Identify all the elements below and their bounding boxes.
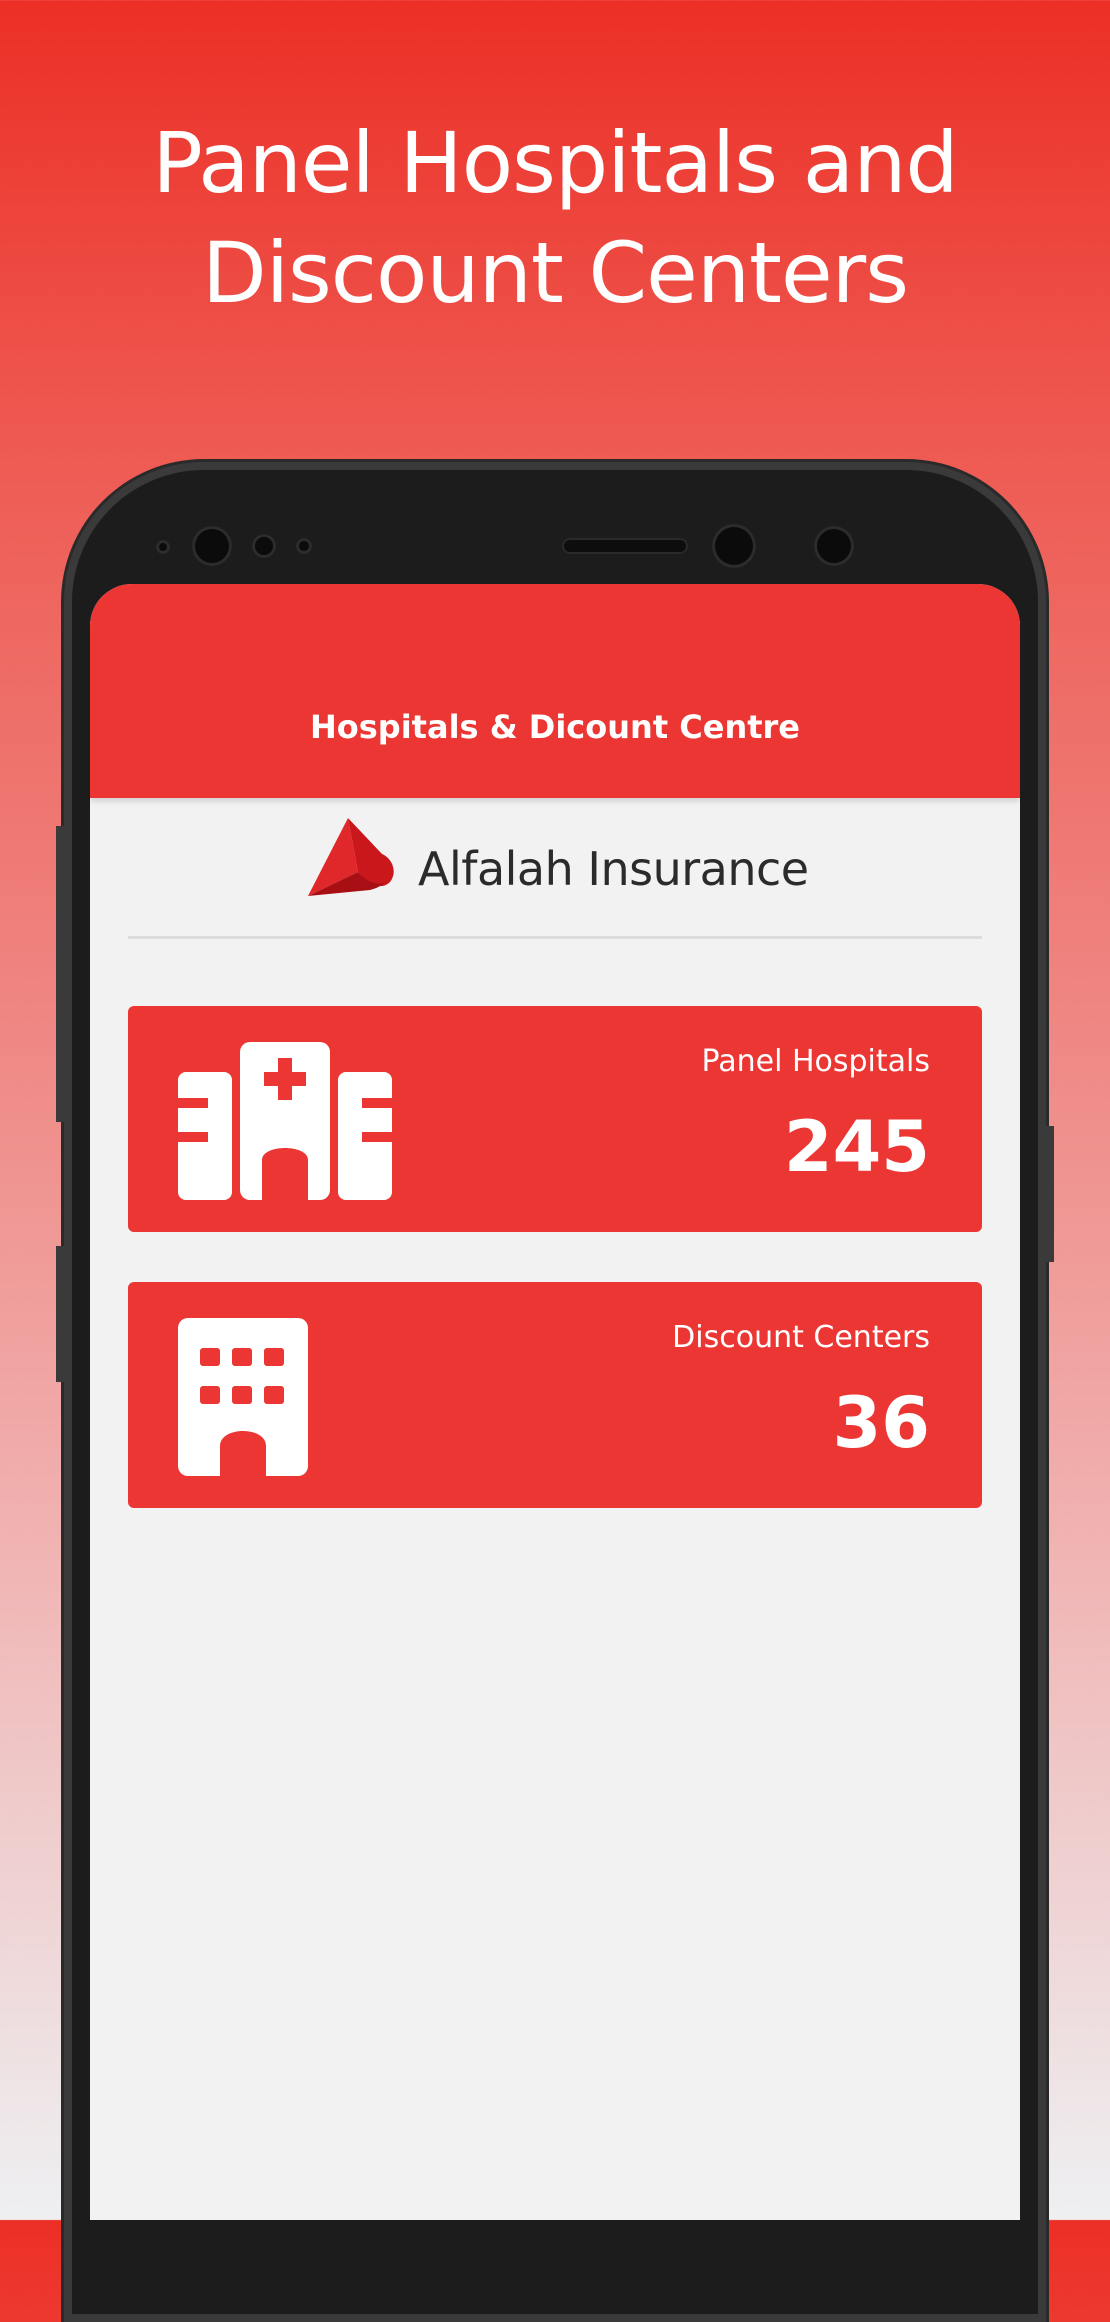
- card-label: Panel Hospitals: [701, 1044, 930, 1079]
- divider: [128, 936, 982, 939]
- panel-hospitals-card[interactable]: Panel Hospitals 245: [128, 1006, 982, 1232]
- card-value: 36: [832, 1382, 930, 1464]
- card-value: 245: [783, 1106, 930, 1188]
- bixby-button: [56, 1246, 64, 1382]
- app-bar: Hospitals & Dicount Centre: [90, 584, 1020, 798]
- app-bar-title: Hospitals & Dicount Centre: [309, 708, 800, 746]
- promo-title: Panel Hospitals and Discount Centers: [0, 108, 1110, 328]
- hospital-icon: [178, 1042, 392, 1200]
- brand-header: Alfalah Insurance: [90, 798, 1020, 934]
- discount-centers-card[interactable]: Discount Centers 36: [128, 1282, 982, 1508]
- front-camera: [192, 526, 232, 566]
- promo-title-line1: Panel Hospitals and: [152, 114, 959, 212]
- iris-sensor: [814, 526, 854, 566]
- power-button: [1046, 1126, 1054, 1262]
- volume-button: [56, 826, 64, 1122]
- app-screen: Hospitals & Dicount Centre Alfalah Insur…: [90, 584, 1020, 2220]
- sensor-dot: [296, 538, 312, 554]
- promo-title-line2: Discount Centers: [202, 224, 909, 322]
- iris-camera: [712, 524, 756, 568]
- brand-name: Alfalah Insurance: [418, 842, 809, 896]
- card-label: Discount Centers: [672, 1320, 930, 1355]
- sensor-dot: [156, 540, 170, 554]
- earpiece-speaker: [562, 538, 688, 554]
- sensor-dot: [252, 534, 276, 558]
- alfalah-logo-icon: [308, 818, 394, 896]
- office-building-icon: [178, 1318, 308, 1476]
